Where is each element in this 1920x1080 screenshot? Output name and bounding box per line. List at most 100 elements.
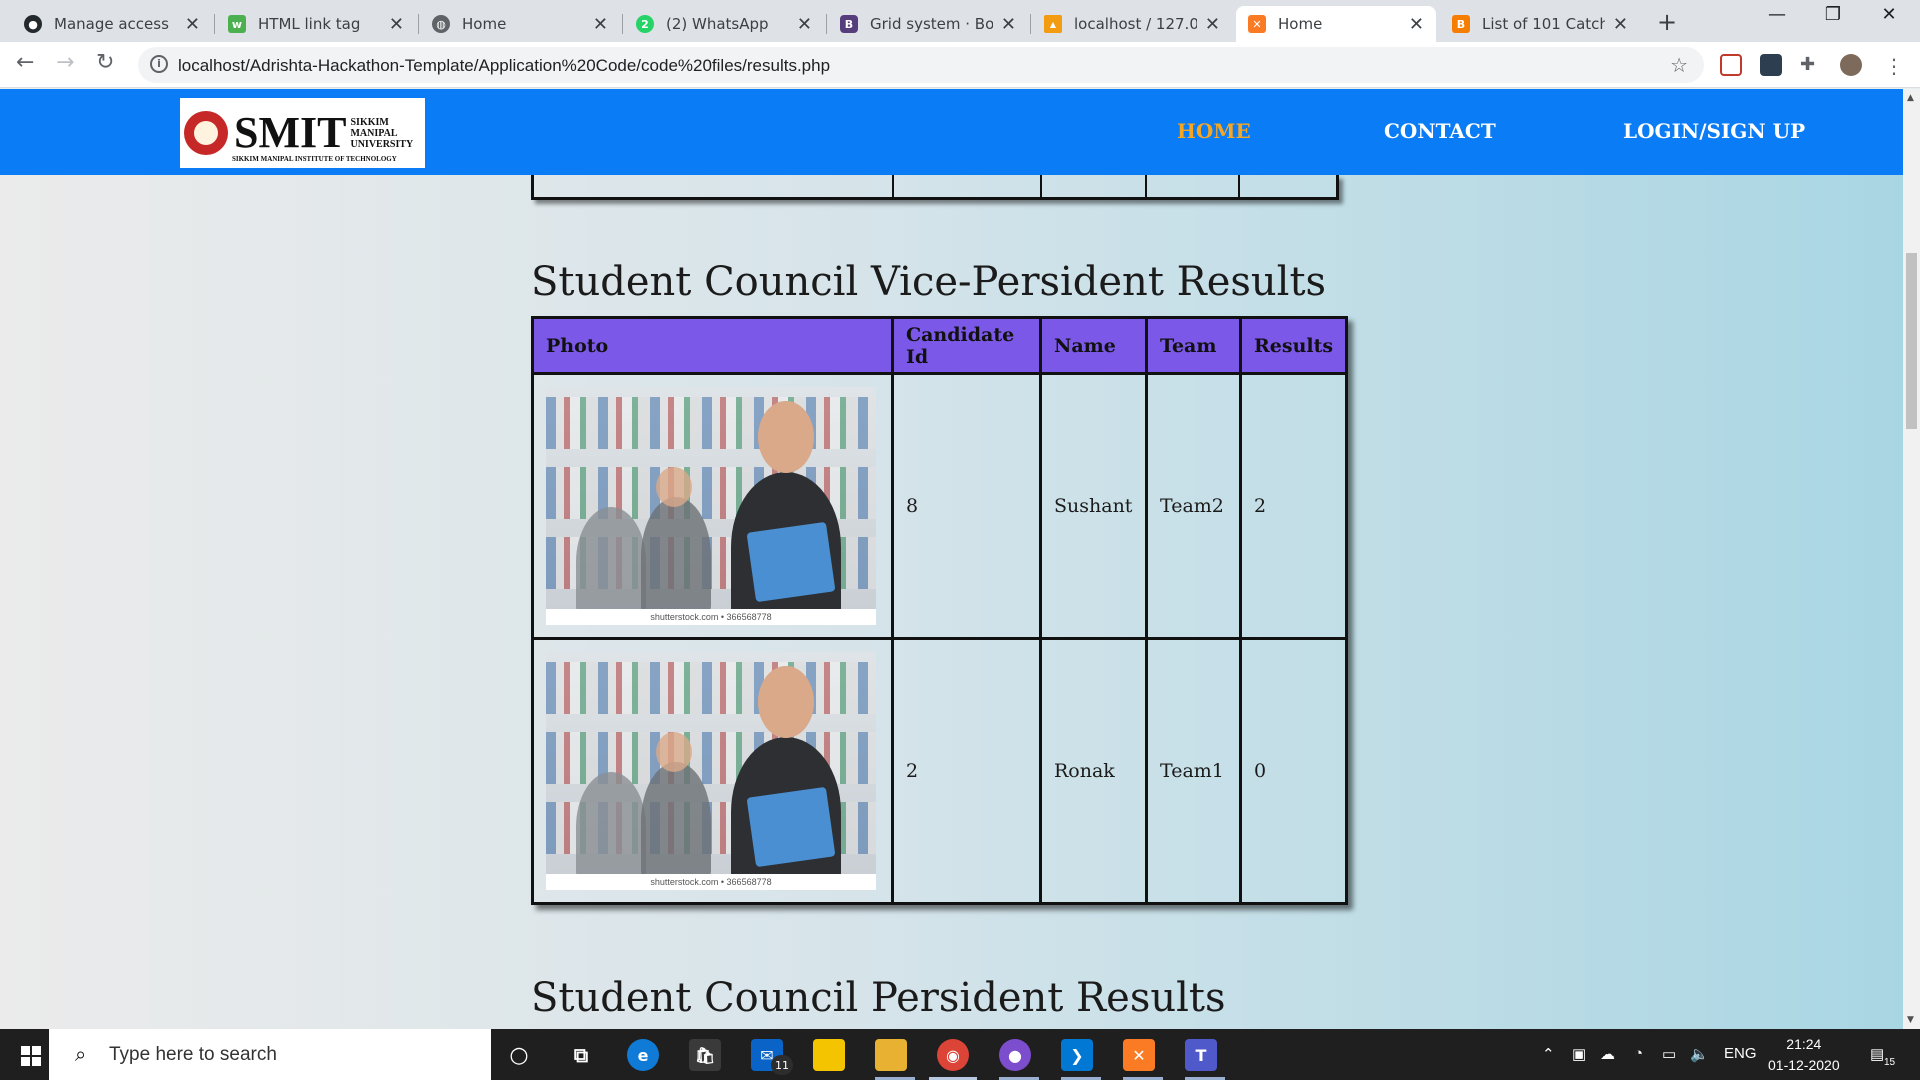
phpmyadmin-icon: ▲ bbox=[1044, 15, 1062, 33]
new-tab-button[interactable]: + bbox=[1657, 8, 1677, 36]
search-icon: ⌕ bbox=[75, 1042, 87, 1066]
windows-start-icon[interactable] bbox=[21, 1046, 41, 1066]
taskbar-search-box[interactable]: ⌕ Type here to search bbox=[49, 1029, 491, 1080]
close-icon[interactable]: ✕ bbox=[593, 14, 608, 35]
table-column-divider bbox=[1145, 175, 1147, 197]
tab-phpmyadmin[interactable]: ▲ localhost / 127.0.0 ✕ bbox=[1032, 6, 1232, 42]
foreground-student-head bbox=[758, 666, 814, 738]
wifi-icon[interactable]: ◔ bbox=[1634, 1045, 1643, 1062]
news-extension-icon[interactable] bbox=[1760, 54, 1782, 76]
tab-label: Home bbox=[462, 15, 507, 33]
profile-avatar[interactable] bbox=[1840, 54, 1862, 76]
microsoft-store-icon[interactable]: 🛍 bbox=[689, 1039, 721, 1071]
tab-separator bbox=[214, 14, 215, 34]
chrome-icon[interactable]: ◉ bbox=[937, 1039, 969, 1071]
forward-arrow-icon[interactable]: → bbox=[56, 50, 74, 75]
close-icon[interactable]: ✕ bbox=[797, 14, 812, 35]
xampp-icon[interactable]: ✕ bbox=[1123, 1039, 1155, 1071]
close-icon[interactable]: ✕ bbox=[1409, 14, 1424, 35]
reload-icon[interactable]: ↻ bbox=[96, 50, 114, 75]
vscode-icon[interactable]: ❯ bbox=[1061, 1039, 1093, 1071]
tab-home-active[interactable]: ✕ Home ✕ bbox=[1236, 6, 1436, 42]
bookmark-star-icon[interactable]: ☆ bbox=[1670, 53, 1688, 77]
photo-scene bbox=[546, 652, 876, 874]
menu-kebab-icon[interactable]: ⋮ bbox=[1884, 54, 1906, 78]
minimize-button[interactable]: — bbox=[1754, 4, 1800, 25]
president-results-title: Student Council Persident Results bbox=[531, 975, 1226, 1021]
search-placeholder[interactable]: Type here to search bbox=[109, 1044, 277, 1066]
blogger-icon: B bbox=[1452, 15, 1470, 33]
bookshelf bbox=[546, 662, 876, 714]
photo-caption: shutterstock.com • 366568778 bbox=[650, 612, 772, 622]
back-arrow-icon[interactable]: ← bbox=[16, 50, 34, 75]
tab-label: Grid system · Boot bbox=[870, 15, 993, 33]
close-icon[interactable]: ✕ bbox=[1613, 14, 1628, 35]
github-icon: ● bbox=[24, 15, 42, 33]
nav-home-link[interactable]: HOME bbox=[1177, 119, 1251, 143]
site-navbar: SMIT SIKKIM MANIPAL UNIVERSITY SIKKIM MA… bbox=[0, 89, 1903, 175]
volume-icon[interactable]: 🔈 bbox=[1690, 1045, 1709, 1063]
tab-label: Home bbox=[1278, 15, 1323, 33]
smit-logo[interactable]: SMIT SIKKIM MANIPAL UNIVERSITY SIKKIM MA… bbox=[180, 98, 425, 168]
onedrive-cloud-icon[interactable]: ☁ bbox=[1600, 1045, 1615, 1063]
background-student bbox=[641, 497, 711, 609]
tab-separator bbox=[826, 14, 827, 34]
address-bar[interactable]: i localhost/Adrishta-Hackathon-Template/… bbox=[138, 47, 1704, 83]
background-student-head bbox=[656, 467, 692, 507]
logo-main-text: SMIT bbox=[234, 108, 347, 157]
pocket-extension-icon[interactable] bbox=[1720, 54, 1742, 76]
battery-icon[interactable]: ▭ bbox=[1662, 1045, 1676, 1063]
tab-whatsapp[interactable]: 2 (2) WhatsApp ✕ bbox=[624, 6, 824, 42]
scroll-down-arrow-icon[interactable]: ▼ bbox=[1907, 1015, 1914, 1025]
tab-catchy-list[interactable]: B List of 101 Catchy ✕ bbox=[1440, 6, 1640, 42]
nav-contact-link[interactable]: CONTACT bbox=[1384, 119, 1496, 143]
logo-subtitle: SIKKIM MANIPAL INSTITUTE OF TECHNOLOGY bbox=[232, 155, 397, 163]
teams-icon[interactable]: T bbox=[1185, 1039, 1217, 1071]
notification-center-icon[interactable]: ▤ bbox=[1870, 1045, 1884, 1063]
tab-separator bbox=[1030, 14, 1031, 34]
input-language[interactable]: ENG bbox=[1724, 1045, 1757, 1062]
header-photo: Photo bbox=[531, 316, 894, 375]
close-window-button[interactable]: ✕ bbox=[1866, 4, 1912, 25]
site-info-icon[interactable]: i bbox=[150, 55, 168, 73]
github-desktop-icon[interactable]: ● bbox=[999, 1039, 1031, 1071]
candidate-id-cell: 2 bbox=[891, 637, 1042, 905]
tab-separator bbox=[622, 14, 623, 34]
candidate-id-cell: 8 bbox=[891, 372, 1042, 640]
chevron-up-icon[interactable]: ⌃ bbox=[1542, 1045, 1555, 1063]
page-viewport: SMIT SIKKIM MANIPAL UNIVERSITY SIKKIM MA… bbox=[0, 89, 1903, 1029]
background-student bbox=[641, 762, 711, 874]
sticky-notes-icon[interactable] bbox=[813, 1039, 845, 1071]
close-icon[interactable]: ✕ bbox=[185, 14, 200, 35]
page-scrollbar[interactable]: ▲ ▼ bbox=[1903, 89, 1920, 1029]
tab-label: HTML link tag bbox=[258, 15, 361, 33]
table-row: shutterstock.com • 366568778 8 Sushant T… bbox=[531, 372, 1349, 640]
scrollbar-thumb[interactable] bbox=[1906, 253, 1917, 429]
task-view-icon[interactable]: ⧉ bbox=[565, 1039, 597, 1071]
cortana-icon[interactable]: ○ bbox=[503, 1039, 535, 1071]
header-candidate-id: Candidate Id bbox=[891, 316, 1042, 375]
table-column-divider bbox=[1040, 175, 1042, 197]
system-clock[interactable]: 21:24 01-12-2020 bbox=[1768, 1034, 1840, 1076]
restore-button[interactable]: ❐ bbox=[1810, 4, 1856, 25]
background-student-head bbox=[656, 732, 692, 772]
tab-label: List of 101 Catchy bbox=[1482, 15, 1605, 33]
tab-html-link-tag[interactable]: w HTML link tag ✕ bbox=[216, 6, 416, 42]
extensions-puzzle-icon[interactable]: ✚ bbox=[1800, 54, 1822, 76]
close-icon[interactable]: ✕ bbox=[389, 14, 404, 35]
meet-now-icon[interactable]: ▣ bbox=[1572, 1045, 1586, 1063]
close-icon[interactable]: ✕ bbox=[1205, 14, 1220, 35]
scroll-up-arrow-icon[interactable]: ▲ bbox=[1907, 93, 1914, 103]
edge-browser-icon[interactable]: e bbox=[627, 1039, 659, 1071]
logo-line: MANIPAL bbox=[350, 127, 398, 139]
file-explorer-icon[interactable] bbox=[875, 1039, 907, 1071]
tab-manage-access[interactable]: ● Manage access ✕ bbox=[12, 6, 212, 42]
tab-bootstrap-grid[interactable]: B Grid system · Boot ✕ bbox=[828, 6, 1028, 42]
nav-login-signup-link[interactable]: LOGIN/SIGN UP bbox=[1623, 119, 1805, 143]
url-text[interactable]: localhost/Adrishta-Hackathon-Template/Ap… bbox=[178, 56, 830, 76]
clock-time: 21:24 bbox=[1786, 1036, 1822, 1052]
tab-home[interactable]: ◍ Home ✕ bbox=[420, 6, 620, 42]
close-icon[interactable]: ✕ bbox=[1001, 14, 1016, 35]
books bbox=[746, 786, 836, 868]
vice-president-results-table: Photo Candidate Id Name Team Results shu… bbox=[531, 316, 1349, 905]
